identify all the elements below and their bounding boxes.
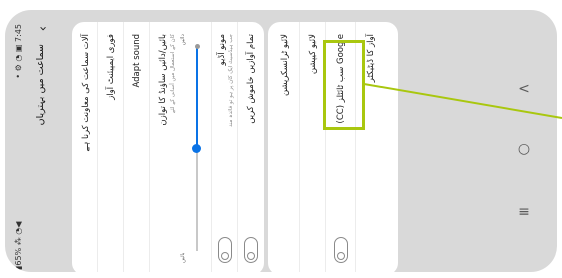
row-subtitle: جب ہیڈسیٹ ایک کان پر ہو تو فائدہ مند (228, 34, 234, 127)
page-title: سماعت میں بہتریاں (35, 44, 46, 126)
list-item[interactable]: Adapt sound (124, 22, 150, 272)
status-time: • ⚙ ◔ ▣ 7:45 (14, 24, 23, 79)
settings-card-hearing: آلات سماعت کی معاونت کرنا ہے فوری ایمپیئ… (72, 22, 264, 272)
balance-row: بائیں/دائیں ساؤنڈ کا توازن کان کے استعما… (150, 22, 212, 272)
slider-right-label: دائیں (180, 34, 186, 46)
nav-recents-icon[interactable]: ≡ (515, 205, 533, 219)
mute-all-toggle[interactable] (244, 237, 258, 263)
page-header: ‹ سماعت میں بہتریاں (32, 14, 70, 272)
row-title: لائیو کیپشن (308, 34, 318, 75)
phone-frame: < ○ ≡ ▮65% ⁂ ◔◀ • ⚙ ◔ ▣ 7:45 ‹ سماعت میں… (5, 10, 557, 272)
list-item[interactable]: آلات سماعت کی معاونت کرنا ہے (72, 22, 98, 272)
slider-thumb[interactable] (192, 144, 201, 154)
nav-home-icon[interactable]: ○ (515, 142, 533, 156)
highlight-live-transcribe (323, 40, 365, 130)
row-title: تمام آوازیں خاموش کریں (246, 34, 256, 124)
toggle-row-mono-audio[interactable]: مونو آڈیو جب ہیڈسیٹ ایک کان پر ہو تو فائ… (212, 22, 238, 272)
clock: 7:45 (14, 24, 23, 42)
list-item-live-transcribe[interactable]: لائیو ٹرانسکرپشن (268, 22, 300, 272)
mono-audio-toggle[interactable] (218, 237, 232, 263)
row-title: فوری ایمپیئنٹ آواز (106, 34, 116, 100)
slider-left-label: بائیں (180, 252, 186, 263)
nav-back-icon[interactable]: < (515, 82, 533, 96)
status-bar: ▮65% ⁂ ◔◀ • ⚙ ◔ ▣ 7:45 (10, 14, 32, 272)
row-title: Adapt sound (132, 34, 142, 88)
row-title: بائیں/دائیں ساؤنڈ کا توازن (158, 34, 168, 126)
row-title: آواز کا ڈیٹیکٹر (366, 34, 376, 83)
row-title: مونو آڈیو (217, 34, 227, 66)
balance-slider[interactable] (192, 44, 201, 251)
row-subtitle: کان کے استعمال میں آسانی کے لئے (170, 34, 176, 114)
chevron-left-icon[interactable]: ‹ (36, 26, 51, 31)
screenshot-stage: < ○ ≡ ▮65% ⁂ ◔◀ • ⚙ ◔ ▣ 7:45 ‹ سماعت میں… (0, 0, 562, 278)
slider-fill (196, 46, 198, 149)
toggle-row-mute-all[interactable]: تمام آوازیں خاموش کریں (238, 22, 264, 272)
row-title: آلات سماعت کی معاونت کرنا ہے (81, 34, 91, 152)
status-icons-battery: ▮65% ⁂ ◔◀ (14, 221, 23, 270)
status-icons: • ⚙ ◔ ▣ (14, 44, 23, 79)
row-title: لائیو ٹرانسکرپشن (280, 34, 290, 97)
rotated-screen: ▮65% ⁂ ◔◀ • ⚙ ◔ ▣ 7:45 ‹ سماعت میں بہتری… (10, 14, 488, 272)
subtitles-toggle[interactable] (334, 237, 348, 263)
list-item[interactable]: فوری ایمپیئنٹ آواز (98, 22, 124, 272)
slider-end-dot (194, 44, 200, 49)
